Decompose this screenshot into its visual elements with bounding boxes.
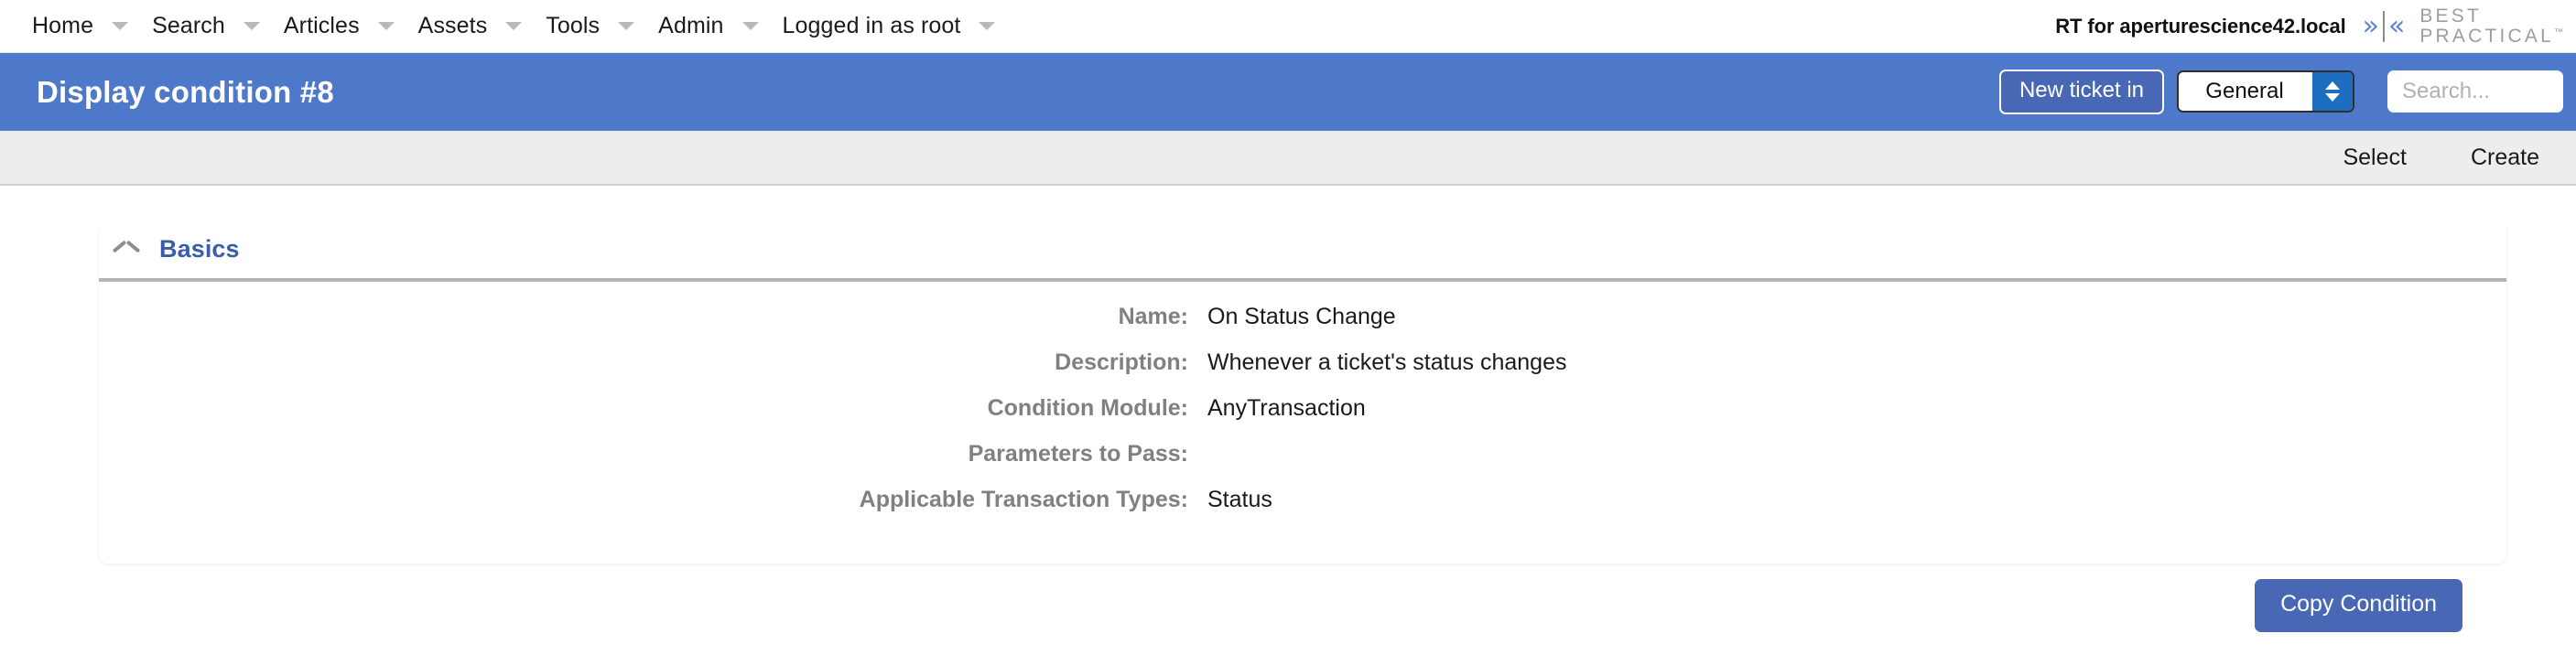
field-label: Name:: [1118, 304, 1188, 329]
chevron-down-icon: [618, 22, 635, 30]
application-window: Home Search Articles Assets Tools Admin: [0, 0, 2576, 655]
field-label: Condition Module:: [987, 395, 1188, 421]
field-row-condition-module: Condition Module: AnyTransaction: [99, 395, 2506, 422]
queue-select[interactable]: General: [2177, 70, 2354, 113]
main-content: Basics Name: On Status Change Descriptio…: [0, 186, 2576, 655]
chevron-up-icon: [2325, 81, 2340, 91]
top-navigation-bar: Home Search Articles Assets Tools Admin: [0, 0, 2576, 53]
logo-line-practical: PRACTICAL™: [2419, 25, 2563, 47]
nav-item-tools[interactable]: Tools: [534, 0, 646, 52]
copy-condition-button[interactable]: Copy Condition: [2255, 579, 2462, 632]
field-label: Parameters to Pass:: [968, 441, 1188, 467]
new-ticket-button[interactable]: New ticket in: [1998, 70, 2164, 114]
nav-item-label: Admin: [658, 13, 724, 38]
chevron-down-icon: [377, 22, 395, 30]
chevron-up-icon[interactable]: [114, 242, 139, 258]
basics-section-title: Basics: [159, 235, 240, 263]
footer-actions: Copy Condition: [2255, 579, 2462, 632]
basics-card: Basics Name: On Status Change Descriptio…: [99, 220, 2506, 564]
rt-instance-title: RT for aperturescience42.local: [2055, 14, 2346, 38]
nav-item-home[interactable]: Home: [20, 0, 140, 52]
chevron-double-right-icon[interactable]: »: [2363, 12, 2379, 40]
chevron-down-icon: [243, 22, 260, 30]
queue-select-value: General: [2179, 72, 2312, 112]
logo-line-best: BEST: [2419, 5, 2482, 27]
nav-item-label: Logged in as root: [782, 13, 961, 38]
field-row-name: Name: On Status Change: [99, 304, 2506, 330]
field-value: Status: [1207, 487, 1272, 512]
field-value: AnyTransaction: [1207, 395, 1366, 421]
field-label: Applicable Transaction Types:: [859, 487, 1188, 512]
submenu-item-select[interactable]: Select: [2328, 145, 2420, 171]
chevron-down-icon: [979, 22, 996, 30]
field-row-parameters-to-pass: Parameters to Pass:: [99, 441, 2506, 467]
page-menu-bar: Select Create: [0, 131, 2576, 186]
nav-item-admin[interactable]: Admin: [646, 0, 770, 52]
primary-menu: Home Search Articles Assets Tools Admin: [0, 0, 1007, 52]
nav-item-label: Assets: [417, 13, 488, 38]
queue-select-stepper[interactable]: [2312, 72, 2353, 112]
nav-item-label: Home: [32, 13, 94, 38]
nav-item-logged-in-as-root[interactable]: Logged in as root: [771, 0, 1008, 52]
nav-item-assets[interactable]: Assets: [406, 0, 535, 52]
basics-card-header[interactable]: Basics: [99, 220, 2506, 274]
nav-item-label: Search: [152, 13, 225, 38]
field-label: Description:: [1055, 349, 1188, 375]
nav-item-label: Articles: [283, 13, 360, 38]
chevron-down-icon: [505, 22, 523, 30]
chevron-down-icon: [112, 22, 129, 30]
sidebar-toggle-group[interactable]: » «: [2363, 10, 2405, 42]
nav-branding-area: RT for aperturescience42.local » « BEST …: [2055, 0, 2576, 52]
chevron-double-left-icon[interactable]: «: [2388, 12, 2405, 40]
trademark-icon: ™: [2554, 27, 2563, 38]
field-value: Whenever a ticket's status changes: [1207, 349, 1567, 375]
submenu-item-create[interactable]: Create: [2456, 145, 2554, 171]
field-row-description: Description: Whenever a ticket's status …: [99, 349, 2506, 376]
field-row-applicable-transaction-types: Applicable Transaction Types: Status: [99, 487, 2506, 513]
nav-item-label: Tools: [546, 13, 601, 38]
header-actions: New ticket in General: [1998, 70, 2576, 114]
chevron-down-icon: [2325, 93, 2340, 102]
search-input[interactable]: [2387, 70, 2563, 113]
page-title: Display condition #8: [37, 74, 334, 109]
nav-item-search[interactable]: Search: [140, 0, 272, 52]
chevron-down-icon: [741, 22, 759, 30]
basics-field-list: Name: On Status Change Description: When…: [99, 282, 2506, 542]
best-practical-logo: BEST PRACTICAL™: [2419, 6, 2563, 46]
field-value: On Status Change: [1207, 304, 1396, 329]
page-header-bar: Display condition #8 New ticket in Gener…: [0, 53, 2576, 131]
nav-item-articles[interactable]: Articles: [272, 0, 406, 52]
divider: [2382, 10, 2385, 42]
